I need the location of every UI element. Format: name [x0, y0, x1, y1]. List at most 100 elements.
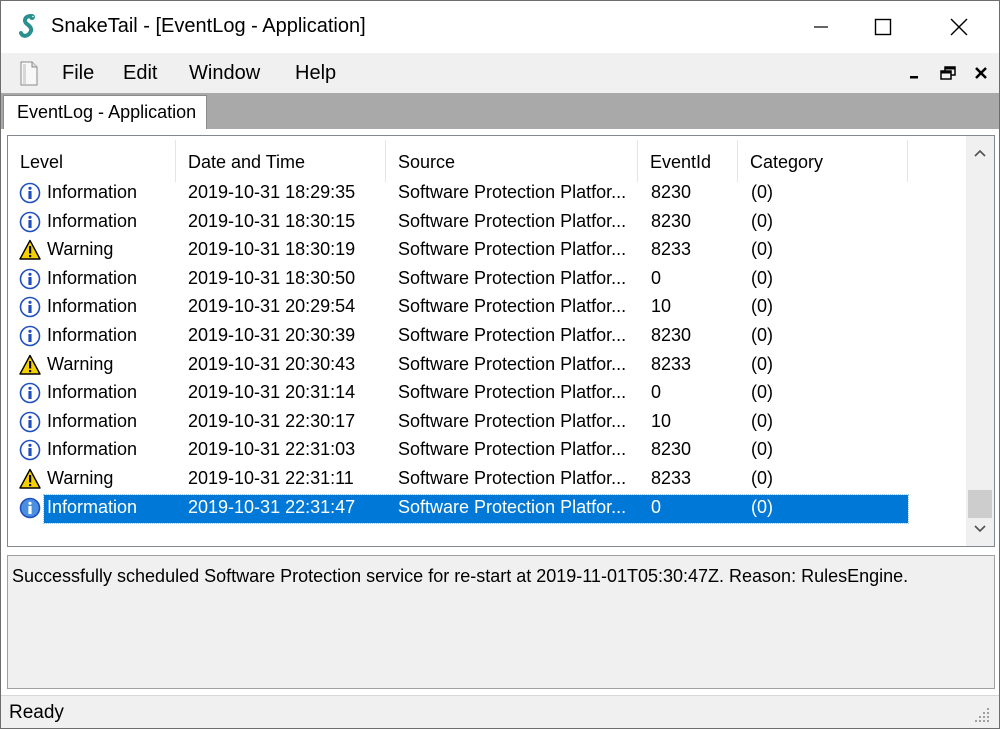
document-icon[interactable] [19, 61, 39, 86]
table-row[interactable]: Information 2019-10-31 22:31:47 Software P… [8, 493, 968, 524]
column-header-category[interactable]: Category [738, 140, 908, 182]
cell-source: Software Protection Platfor... [398, 382, 627, 403]
cell-category: (0) [751, 496, 773, 517]
cell-category: (0) [751, 267, 773, 288]
cell-datetime: 2019-10-31 22:31:11 [188, 468, 354, 488]
status-text: Ready [9, 702, 64, 723]
cell-datetime: 2019-10-31 22:30:17 [188, 410, 356, 431]
info-icon [19, 411, 41, 433]
cell-category: (0) [751, 353, 773, 374]
cell-level: Warning [47, 353, 114, 374]
cell-level: Warning [47, 239, 114, 260]
cell-category: (0) [751, 210, 773, 231]
table-row[interactable]: Information 2019-10-31 20:31:14 Software P… [8, 380, 968, 408]
table-row[interactable]: Information 2019-10-31 22:31:03 Software P… [8, 437, 968, 465]
cell-datetime: 2019-10-31 18:30:19 [188, 239, 356, 260]
status-bar: Ready [1, 695, 999, 728]
cell-eventid: 8230 [651, 182, 692, 202]
tab-eventlog-application[interactable]: EventLog - Application [3, 95, 207, 129]
info-icon [19, 325, 41, 347]
warning-icon [19, 354, 41, 376]
cell-level: Information [47, 267, 138, 288]
warning-icon [19, 239, 41, 261]
table-row[interactable]: Warning 2019-10-31 22:31:11 Software Prote… [8, 466, 968, 494]
menu-window[interactable]: Window [189, 62, 260, 85]
cell-level: Information [47, 210, 138, 231]
cell-level: Information [47, 325, 138, 345]
cell-datetime: 2019-10-31 20:31:14 [188, 382, 356, 403]
table-row[interactable]: Warning 2019-10-31 20:30:43 Software Prote… [8, 352, 968, 380]
table-row[interactable]: Information 2019-10-31 18:30:15 Software P… [8, 209, 968, 237]
cell-category: (0) [751, 239, 773, 260]
cell-eventid: 8230 [651, 439, 692, 460]
chevron-up-icon [974, 149, 986, 157]
cell-eventid: 8230 [651, 325, 692, 345]
close-button[interactable] [929, 1, 989, 53]
chevron-down-icon [974, 525, 986, 533]
table-row[interactable]: Warning 2019-10-31 18:30:19 Software Prote… [8, 237, 968, 265]
minimize-icon [910, 76, 918, 79]
app-window: SnakeTail - [EventLog - Application] Fil… [0, 0, 1000, 729]
menu-bar: File Edit Window Help [1, 53, 999, 93]
table-row[interactable]: Information 2019-10-31 18:30:50 Software P… [8, 266, 968, 294]
cell-source: Software Protection Platfor... [398, 353, 627, 374]
cell-eventid: 8233 [651, 468, 692, 488]
info-icon [19, 296, 41, 318]
cell-level: Information [47, 182, 138, 202]
mdi-restore-button[interactable] [937, 63, 959, 83]
resize-grip-icon[interactable] [973, 706, 991, 724]
mdi-minimize-button[interactable] [903, 63, 925, 83]
cell-eventid: 10 [651, 410, 672, 431]
cell-source: Software Protection Platfor... [398, 410, 627, 431]
cell-datetime: 2019-10-31 20:29:54 [188, 296, 356, 317]
snake-icon [19, 14, 35, 38]
column-header-eventid[interactable]: EventId [638, 140, 738, 182]
cell-category: (0) [751, 410, 773, 431]
event-list[interactable]: Level Date and Time Source EventId Categ… [7, 135, 995, 547]
event-detail-pane[interactable]: Successfully scheduled Software Protecti… [7, 555, 995, 689]
minimize-button[interactable] [791, 1, 851, 53]
menu-help[interactable]: Help [295, 62, 336, 85]
cell-eventid: 8233 [651, 353, 692, 374]
menu-file[interactable]: File [62, 62, 94, 85]
info-icon [19, 268, 41, 290]
maximize-icon [874, 18, 892, 36]
cell-category: (0) [751, 325, 773, 345]
table-row[interactable]: Information 2019-10-31 20:30:39 Software P… [8, 323, 968, 351]
cell-level: Information [47, 496, 138, 517]
table-row[interactable]: Information 2019-10-31 22:30:17 Software P… [8, 409, 968, 437]
cell-category: (0) [751, 439, 773, 460]
menu-edit[interactable]: Edit [123, 62, 157, 85]
tab-strip: EventLog - Application [1, 93, 999, 129]
cell-category: (0) [751, 182, 773, 202]
scroll-down-button[interactable] [966, 512, 994, 546]
list-header: Level Date and Time Source EventId Categ… [8, 140, 968, 182]
column-header-level[interactable]: Level [8, 140, 176, 182]
cell-datetime: 2019-10-31 18:30:15 [188, 210, 356, 231]
cell-datetime: 2019-10-31 22:31:47 [188, 496, 356, 517]
cell-eventid: 0 [651, 382, 662, 403]
scroll-up-button[interactable] [966, 136, 994, 170]
window-title: SnakeTail - [EventLog - Application] [51, 15, 366, 37]
cell-source: Software Protection Platfor... [398, 182, 627, 202]
cell-source: Software Protection Platfor... [398, 468, 627, 488]
mdi-close-button[interactable] [970, 63, 992, 83]
cell-source: Software Protection Platfor... [398, 325, 627, 345]
table-row[interactable]: Information 2019-10-31 20:29:54 Software P… [8, 294, 968, 322]
cell-datetime: 2019-10-31 18:29:35 [188, 182, 356, 202]
table-row[interactable]: Information 2019-10-31 18:29:35 Software P… [8, 180, 968, 208]
vertical-scrollbar[interactable] [966, 136, 994, 546]
info-icon [19, 439, 41, 461]
info-icon [19, 382, 41, 404]
column-header-datetime[interactable]: Date and Time [176, 140, 386, 182]
cell-eventid: 0 [651, 267, 662, 288]
cell-eventid: 8230 [651, 210, 692, 231]
cell-datetime: 2019-10-31 22:31:03 [188, 439, 356, 460]
maximize-button[interactable] [853, 1, 913, 53]
cell-level: Warning [47, 468, 114, 488]
tab-label: EventLog - Application [17, 102, 197, 122]
column-header-source[interactable]: Source [386, 140, 638, 182]
title-bar[interactable]: SnakeTail - [EventLog - Application] [1, 1, 999, 53]
cell-source: Software Protection Platfor... [398, 296, 627, 317]
cell-source: Software Protection Platfor... [398, 210, 627, 231]
